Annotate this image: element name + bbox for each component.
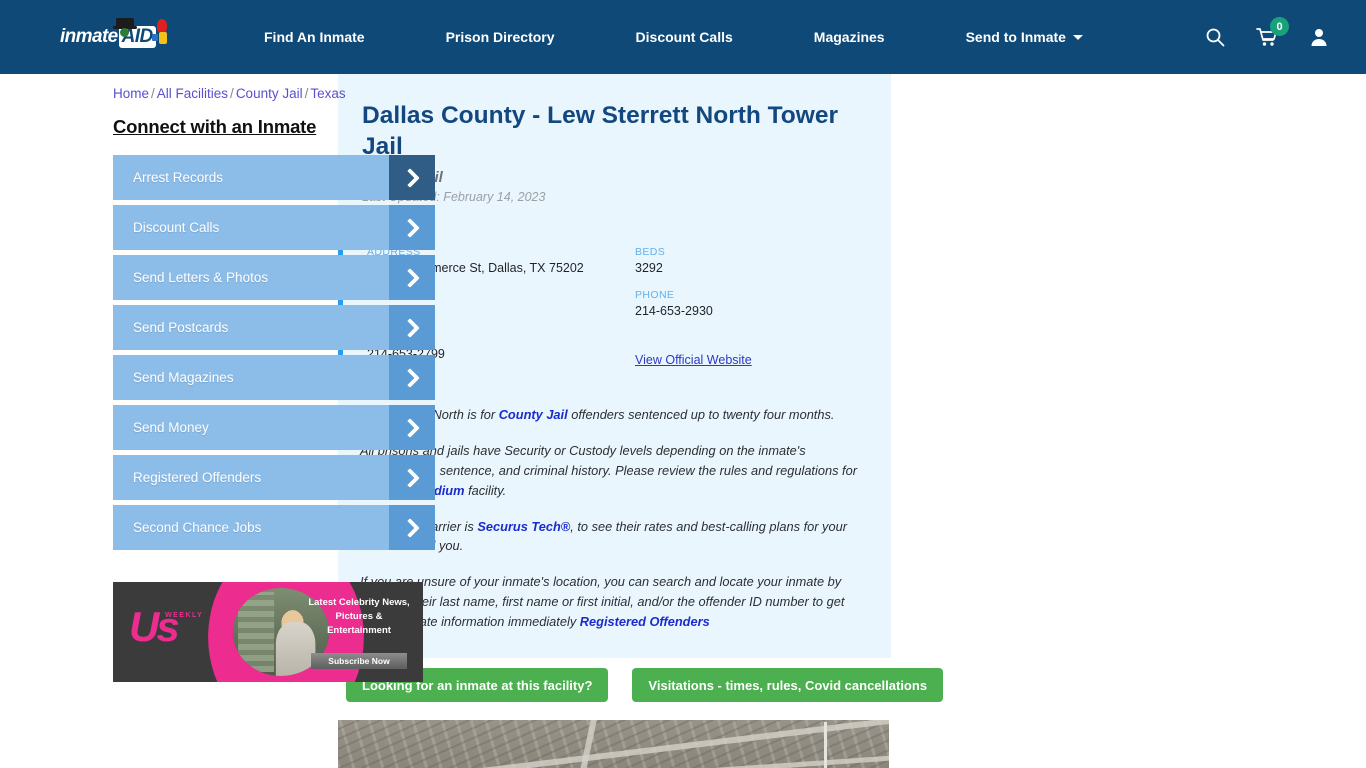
logo-hat-icon [113, 18, 137, 29]
header-icon-group: 0 [1204, 17, 1342, 48]
chevron-right-icon [389, 205, 435, 250]
logo-face-icon [120, 28, 129, 37]
description-paragraph-4: If you are unsure of your inmate's locat… [360, 572, 867, 632]
sidebar-item-second-chance-jobs[interactable]: Second Chance Jobs [113, 505, 435, 550]
description-paragraph-1: Lew Sterrett North is for County Jail of… [360, 405, 867, 425]
sidebar-item-label: Send Money [133, 420, 209, 435]
nav-item-prison-directory[interactable]: Prison Directory [446, 21, 555, 53]
description-paragraph-3: The phone carrier is Securus Tech®, to s… [360, 517, 867, 557]
visitations-button[interactable]: Visitations - times, rules, Covid cancel… [632, 668, 944, 703]
breadcrumb-sep-2: / [230, 86, 234, 101]
site-header: inmate AID Find An Inmate Prison Director… [0, 0, 1366, 74]
view-official-website-link[interactable]: View Official Website [635, 353, 752, 367]
nav-item-magazines[interactable]: Magazines [814, 21, 885, 53]
info-label-phone: PHONE [635, 288, 675, 301]
sidebar-item-label: Send Magazines [133, 370, 234, 385]
logo-yellow-shape-icon [159, 32, 167, 44]
nav-item-find-an-inmate[interactable]: Find An Inmate [264, 21, 365, 53]
p2-text-b: facility. [464, 482, 507, 498]
sidebar-item-label: Arrest Records [133, 170, 224, 185]
chevron-right-icon [389, 405, 435, 450]
facility-aerial-photo [338, 720, 889, 768]
sidebar-item-label: Send Postcards [133, 320, 229, 335]
chevron-right-icon [389, 155, 435, 200]
nav-item-discount-calls[interactable]: Discount Calls [636, 21, 733, 53]
link-registered-offenders[interactable]: Registered Offenders [580, 614, 710, 629]
main-navigation: Find An Inmate Prison Directory Discount… [264, 21, 1083, 53]
cart-icon[interactable]: 0 [1256, 17, 1289, 48]
logo-red-shape-icon [157, 19, 167, 33]
sidebar-title: Connect with an Inmate [113, 116, 317, 137]
breadcrumb: Home / All Facilities / County Jail / Texas [113, 86, 346, 101]
sidebar-item-label: Send Letters & Photos [133, 270, 269, 285]
sidebar: Connect with an Inmate Arrest Records Di… [0, 74, 435, 768]
user-account-icon[interactable] [1308, 26, 1330, 48]
breadcrumb-all-facilities[interactable]: All Facilities [157, 86, 228, 101]
description-paragraph-2: All prisons and jails have Security or C… [360, 441, 867, 501]
cart-count-badge: 0 [1270, 17, 1289, 36]
ad-brand-sublabel: WEEKLY [165, 612, 204, 619]
logo-blue-shape-icon [152, 34, 158, 41]
chevron-right-icon [389, 455, 435, 500]
nav-item-send-to-inmate-label: Send to Inmate [965, 29, 1066, 45]
info-item-beds: BEDS 3292 [635, 246, 867, 275]
info-item-phone: PHONE 214-653-2930 [635, 289, 867, 318]
site-logo[interactable]: inmate AID [60, 18, 180, 54]
search-icon[interactable] [1204, 26, 1226, 48]
ad-copy-text: Latest Celebrity News, Pictures & Entert… [308, 597, 410, 636]
page-title: Dallas County - Lew Sterrett North Tower… [362, 102, 838, 161]
sidebar-item-send-magazines[interactable]: Send Magazines [113, 355, 435, 400]
nav-item-send-to-inmate[interactable]: Send to Inmate [966, 21, 1083, 53]
info-item-website: View Official Website [635, 351, 867, 369]
photo-tower [824, 722, 827, 768]
breadcrumb-sep-1: / [151, 86, 155, 101]
chevron-right-icon [389, 355, 435, 400]
breadcrumb-home[interactable]: Home [113, 86, 149, 101]
logo-text-inmate: inmate AID [60, 26, 156, 48]
link-county-jail[interactable]: County Jail [499, 407, 568, 422]
sidebar-item-send-letters-photos[interactable]: Send Letters & Photos [113, 255, 435, 300]
link-securus-tech[interactable]: Securus Tech® [477, 519, 570, 534]
chevron-right-icon [389, 505, 435, 550]
info-value-beds: 3292 [635, 260, 663, 275]
info-value-phone: 214-653-2930 [635, 303, 713, 318]
facility-info-column-right: BEDS 3292 PHONE 214-653-2930 View Offici… [617, 246, 867, 369]
sidebar-item-send-money[interactable]: Send Money [113, 405, 435, 450]
chevron-right-icon [389, 255, 435, 300]
sidebar-item-send-postcards[interactable]: Send Postcards [113, 305, 435, 350]
p1-text-b: offenders sentenced up to twenty four mo… [567, 406, 835, 422]
info-label-beds: BEDS [635, 245, 666, 258]
chevron-right-icon [389, 305, 435, 350]
sidebar-item-arrest-records[interactable]: Arrest Records [113, 155, 435, 200]
breadcrumb-county-jail[interactable]: County Jail [236, 86, 303, 101]
ad-subscribe-button[interactable]: Subscribe Now [311, 653, 407, 669]
sidebar-item-label: Registered Offenders [133, 470, 262, 485]
sidebar-item-registered-offenders[interactable]: Registered Offenders [113, 455, 435, 500]
page-body: Home / All Facilities / County Jail / Texas Co… [0, 74, 1366, 768]
chevron-down-icon [1072, 34, 1083, 40]
advertisement-banner[interactable]: Us WEEKLY Latest Celebrity News, Picture… [113, 582, 423, 682]
breadcrumb-texas[interactable]: Texas [310, 86, 345, 101]
sidebar-item-label: Discount Calls [133, 220, 220, 235]
sidebar-item-discount-calls[interactable]: Discount Calls [113, 205, 435, 250]
sidebar-item-label: Second Chance Jobs [133, 520, 262, 535]
